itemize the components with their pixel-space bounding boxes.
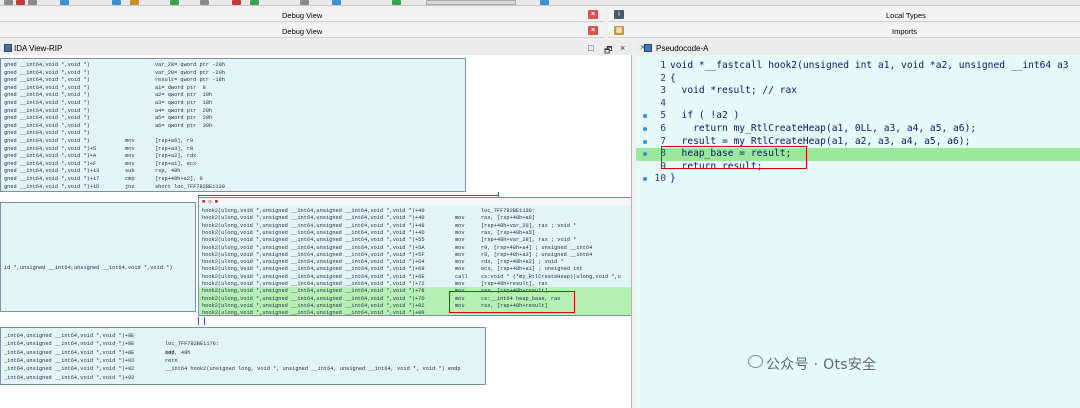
- asm-address: _int64,unsigned __int64,void *,void *)+8…: [4, 333, 135, 339]
- graph-node-left[interactable]: id *,unsigned __int64,unsigned __int64,v…: [0, 202, 196, 312]
- asm-operands: short loc_7FF782BE1130: [155, 183, 225, 190]
- pseudocode-line[interactable]: 3 void *result; // rax: [636, 85, 1080, 98]
- pseudocode-header: × Pseudocode-A: [636, 40, 1080, 56]
- asm-line[interactable]: _int64,unsigned __int64,void *,void *)+9…: [1, 365, 485, 373]
- asm-line[interactable]: _int64,unsigned __int64,void *,void *)+9…: [1, 357, 485, 365]
- toolbar-button[interactable]: [28, 0, 37, 5]
- line-number: 2: [660, 72, 666, 84]
- pseudocode-line[interactable]: 6 return my_RtlCreateHeap(a1, 0LL, a3, a…: [636, 123, 1080, 136]
- pseudocode-line[interactable]: 2{: [636, 73, 1080, 86]
- line-number: 3: [660, 85, 666, 97]
- asm-line[interactable]: _int64,unsigned __int64,void *,void *)+8…: [1, 349, 485, 357]
- highlight-heap-base-assign: [661, 146, 807, 169]
- asm-address: hook2(ulong,void *,unsigned __int64,unsi…: [202, 310, 425, 316]
- maximize-icon[interactable]: □: [588, 43, 593, 53]
- ida-view-icon: [4, 44, 12, 52]
- toolbar-button[interactable]: [200, 0, 209, 5]
- ida-view-title: IDA View-RIP: [14, 44, 63, 53]
- tab-label: Imports: [892, 27, 918, 36]
- toolbar-button[interactable]: [250, 0, 259, 5]
- asm-line[interactable]: _int64,unsigned __int64,void *,void *)+9…: [1, 374, 485, 382]
- line-number: 4: [660, 97, 666, 109]
- close-icon[interactable]: ×: [588, 10, 598, 19]
- code-text: return my_RtlCreateHeap(a1, 0LL, a3, a4,…: [670, 123, 977, 134]
- asm-mnemonic: loc_7FF782BE1176:: [165, 341, 220, 348]
- code-text: void *__fastcall hook2(unsigned int a1, …: [670, 60, 1069, 71]
- asm-line[interactable]: gned __int64,void *,void *)+1D jnz short l…: [1, 183, 465, 191]
- line-number: 5: [660, 110, 666, 122]
- code-text: if ( !a2 ): [670, 110, 740, 122]
- pseudocode-line[interactable]: 5 if ( !a2 ): [636, 110, 1080, 123]
- breakpoint-dot-icon[interactable]: [643, 152, 647, 157]
- toolbar-button[interactable]: [332, 0, 341, 5]
- ida-graph-view[interactable]: gned __int64,void *,void *) var_28= qword…: [0, 55, 632, 408]
- asm-operands: __int64 hook2(unsigned long, void *, uns…: [165, 366, 461, 373]
- tab-debug-view-2[interactable]: Debug View ×: [0, 24, 604, 38]
- watermark-text: 公众号 · Ots安全: [766, 357, 877, 373]
- toolbar-button[interactable]: [232, 0, 241, 5]
- wechat-logo-icon: [748, 355, 763, 368]
- asm-address: gned __int64,void *,void *)+1D: [4, 183, 100, 190]
- info-icon[interactable]: ▦: [614, 26, 624, 35]
- graph-edge: [204, 317, 205, 325]
- tab-imports[interactable]: ▦ Imports: [608, 24, 1080, 38]
- asm-line[interactable]: _int64,unsigned __int64,void *,void *)+8…: [1, 332, 485, 340]
- breakpoint-dot-icon[interactable]: [643, 139, 647, 144]
- graph-edge: [198, 195, 498, 196]
- graph-edge: [198, 317, 199, 325]
- play-icon[interactable]: [392, 0, 401, 5]
- graph-node-exit[interactable]: _int64,unsigned __int64,void *,void *)+8…: [0, 327, 486, 385]
- info-icon[interactable]: i: [614, 10, 624, 19]
- asm-address: _int64,unsigned __int64,void *,void *)+8…: [4, 341, 135, 348]
- close-icon[interactable]: ×: [588, 26, 598, 35]
- code-text: void *result; // rax: [670, 85, 798, 97]
- pseudocode-icon: [644, 44, 652, 52]
- code-text: {: [670, 72, 676, 84]
- tab-label: Debug View: [282, 11, 323, 20]
- breakpoint-dot-icon[interactable]: [643, 127, 647, 131]
- ida-view-header: IDA View-RIP □ 🗗 ×: [0, 40, 632, 56]
- highlight-heap-base-store: [449, 291, 575, 313]
- breakpoint-dot-icon[interactable]: [643, 114, 647, 119]
- tab-debug-view-1[interactable]: Debug View ×: [0, 8, 604, 22]
- asm-operands: rsp, 48h: [165, 349, 191, 356]
- tab-label: Debug View: [282, 27, 323, 36]
- toolbar-button[interactable]: [540, 0, 549, 5]
- tab-label: Local Types: [886, 11, 926, 20]
- asm-address: _int64,unsigned __int64,void *,void *)+9…: [4, 374, 135, 381]
- toolbar-button[interactable]: [16, 0, 25, 5]
- pseudocode-line[interactable]: 4: [636, 98, 1080, 111]
- debugger-select[interactable]: [426, 0, 516, 5]
- pseudocode-title: Pseudocode-A: [656, 44, 709, 53]
- code-text: }: [670, 173, 676, 185]
- pseudocode-line[interactable]: 1 void *__fastcall hook2(unsigned int a1,…: [636, 60, 1080, 73]
- asm-address: _int64,unsigned __int64,void *,void *)+9…: [4, 366, 135, 373]
- asm-mnemonic: retn: [165, 357, 178, 364]
- tab-local-types[interactable]: i Local Types: [608, 8, 1080, 22]
- line-number: 6: [660, 123, 666, 134]
- pseudocode-line[interactable]: 10}: [636, 173, 1080, 186]
- toolbar-button[interactable]: [130, 0, 139, 5]
- toolbar-button[interactable]: [170, 0, 179, 5]
- asm-mnemonic: jnz: [125, 183, 135, 190]
- asm-address: _int64,unsigned __int64,void *,void *)+8…: [4, 349, 135, 356]
- graph-node-entry[interactable]: gned __int64,void *,void *) var_28= qword…: [0, 58, 466, 192]
- breakpoint-dot-icon[interactable]: [643, 177, 647, 182]
- toolbar-button[interactable]: [112, 0, 121, 5]
- toolbar-button[interactable]: [300, 0, 309, 5]
- main-toolbar: [0, 0, 1080, 6]
- asm-address: _int64,unsigned __int64,void *,void *)+9…: [4, 357, 135, 364]
- node-header-icons: ■ ◎ ■: [202, 199, 218, 205]
- toolbar-button[interactable]: [60, 0, 69, 5]
- asm-line[interactable]: _int64,unsigned __int64,void *,void *)+8…: [1, 340, 485, 348]
- asm-line: id *,unsigned __int64,unsigned __int64,v…: [4, 265, 173, 271]
- close-icon[interactable]: ×: [620, 43, 625, 53]
- line-number: 10: [654, 173, 666, 185]
- toolbar-button[interactable]: [4, 0, 13, 5]
- line-number: 1: [660, 60, 666, 71]
